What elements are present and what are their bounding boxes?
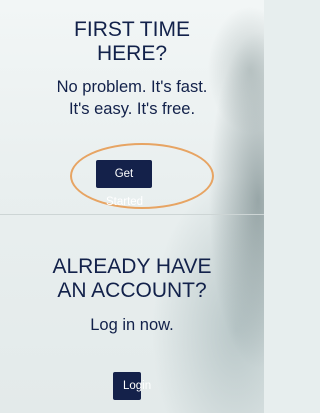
section-divider xyxy=(0,214,264,215)
get-started-button[interactable]: Get Started xyxy=(96,160,152,208)
returning-heading: ALREADY HAVE AN ACCOUNT? xyxy=(0,255,264,303)
first-time-subtext-line2: It's easy. It's free. xyxy=(68,100,196,118)
returning-heading-line2: AN ACCOUNT? xyxy=(57,279,207,302)
login-button[interactable]: Login xyxy=(113,372,151,400)
first-time-heading: FIRST TIME HERE? xyxy=(0,18,264,66)
returning-section: ALREADY HAVE AN ACCOUNT? Log in now. xyxy=(0,255,264,336)
first-time-subtext-line1: No problem. It's fast. xyxy=(56,78,208,96)
first-time-section: FIRST TIME HERE? No problem. It's fast. … xyxy=(0,18,264,120)
returning-heading-line1: ALREADY HAVE xyxy=(52,255,212,278)
first-time-subtext: No problem. It's fast. It's easy. It's f… xyxy=(0,76,264,120)
first-time-heading-line2: HERE? xyxy=(96,42,168,65)
first-time-heading-line1: FIRST TIME xyxy=(74,18,190,41)
login-prompt: Log in now. xyxy=(90,316,174,334)
